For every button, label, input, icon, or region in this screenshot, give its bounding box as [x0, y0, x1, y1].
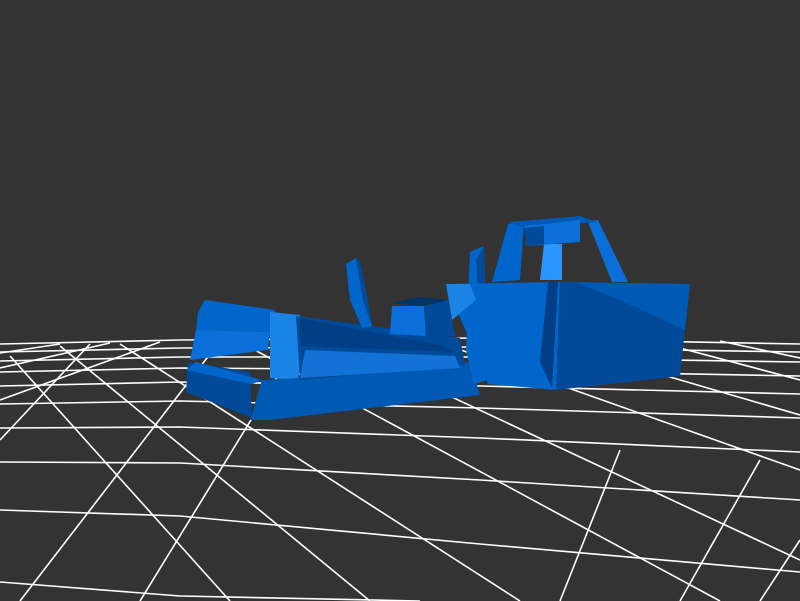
canopy-center: [540, 244, 562, 280]
canopy-post-right: [588, 220, 628, 282]
grid-line: [0, 509, 800, 573]
bucket-top: [196, 300, 275, 332]
grid-line: [0, 581, 421, 601]
grid-line: [0, 461, 800, 501]
engine-front: [390, 306, 426, 336]
grid-line: [679, 459, 761, 601]
canopy-roof-shade: [524, 226, 544, 246]
scene-canvas[interactable]: [0, 0, 800, 601]
grid-line: [759, 539, 800, 601]
grid-line: [0, 426, 800, 453]
bucket-face: [190, 330, 270, 360]
grid-line: [559, 449, 621, 601]
3d-viewport[interactable]: [0, 0, 800, 601]
canopy-post-left: [492, 222, 524, 282]
